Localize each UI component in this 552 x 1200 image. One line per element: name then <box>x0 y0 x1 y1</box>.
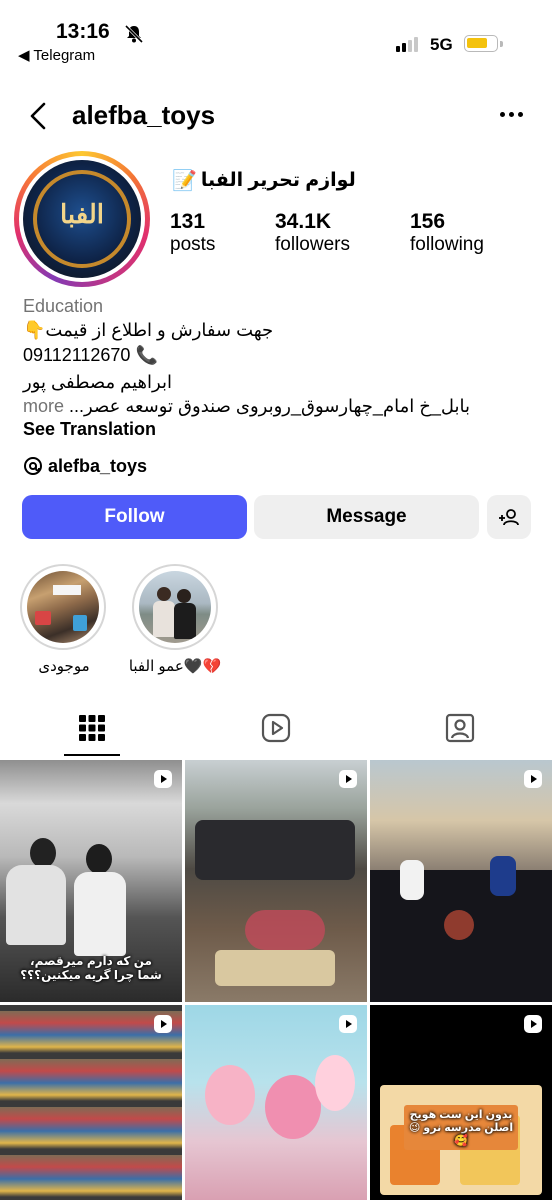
memo-emoji: 📝 <box>172 170 197 192</box>
reel-badge-icon <box>524 1015 542 1033</box>
signal-icon <box>396 37 418 52</box>
bio-more-link[interactable]: more <box>23 396 64 416</box>
stat-following[interactable]: 156 following <box>410 210 484 256</box>
reel-badge-icon <box>339 1015 357 1033</box>
highlight-uncle-alefba[interactable] <box>132 564 218 650</box>
bio-owner-name: ابراهیم مصطفی پور <box>23 372 172 392</box>
reels-icon[interactable] <box>260 712 292 744</box>
stat-posts: 131 posts <box>170 210 216 255</box>
avatar: الفبا <box>23 160 141 278</box>
message-button[interactable]: Message <box>254 495 479 539</box>
bio-phone[interactable]: 09112112670 📞 <box>23 345 158 366</box>
highlight-uncle-alefba-label: عمو الفبا🖤💔 <box>128 658 222 675</box>
network-type: 5G <box>430 35 453 54</box>
suggest-people-button[interactable] <box>487 495 531 539</box>
battery-tip <box>500 41 503 47</box>
add-person-icon <box>499 509 519 526</box>
highlight-inventory-label: موجودی <box>38 658 90 675</box>
highlight-inventory-cover <box>27 571 99 643</box>
post-thumbnail[interactable] <box>370 760 552 1002</box>
status-time: 13:16 <box>56 20 110 43</box>
bio-address: بابل_خ امام_چهارسوق_روبروی صندوق توسعه ع… <box>69 396 470 416</box>
profile-name: لوازم تحریر الفبا <box>200 170 356 191</box>
post-thumbnail[interactable] <box>185 760 367 1002</box>
more-options-icon[interactable] <box>500 112 523 117</box>
back-to-telegram[interactable]: ◀ Telegram <box>18 46 95 64</box>
battery-icon <box>464 35 498 52</box>
threads-icon[interactable] <box>23 456 43 476</box>
stat-followers[interactable]: 34.1K followers <box>275 210 350 256</box>
profile-category: Education <box>23 296 104 316</box>
grid-icon[interactable] <box>76 712 108 744</box>
post-thumbnail[interactable] <box>0 1005 182 1200</box>
profile-name-row: 📝 لوازم تحریر الفبا <box>172 168 356 193</box>
bio-address-row: more بابل_خ امام_چهارسوق_روبروی صندوق تو… <box>23 396 493 417</box>
back-arrow-icon[interactable] <box>26 100 50 132</box>
reel-badge-icon <box>524 770 542 788</box>
threads-handle[interactable]: alefba_toys <box>48 456 147 477</box>
active-tab-indicator <box>64 754 120 756</box>
post-thumbnail[interactable] <box>185 1005 367 1200</box>
profile-username: alefba_toys <box>72 100 216 130</box>
post-caption: من که دارم میرقصم، شما چرا گریه میکنین؟؟… <box>20 954 162 982</box>
follow-button[interactable]: Follow <box>22 495 247 539</box>
bio-line-order: جهت سفارش و اطلاع از قیمت👇 <box>23 320 274 340</box>
see-translation-link[interactable]: See Translation <box>23 419 156 440</box>
tagged-icon[interactable] <box>444 712 476 744</box>
post-thumbnail[interactable]: بدون این ست هویج اصلن مدرسه نرو 😉🥰 <box>370 1005 552 1200</box>
reel-badge-icon <box>154 1015 172 1033</box>
profile-avatar-story-ring[interactable]: الفبا <box>14 151 150 287</box>
highlight-uncle-alefba-cover <box>139 571 211 643</box>
bell-muted-icon <box>124 24 144 44</box>
post-caption: بدون این ست هویج اصلن مدرسه نرو 😉🥰 <box>404 1105 518 1150</box>
avatar-logo-text: الفبا <box>59 200 105 230</box>
post-thumbnail[interactable]: من که دارم میرقصم، شما چرا گریه میکنین؟؟… <box>0 760 182 1002</box>
highlight-inventory[interactable] <box>20 564 106 650</box>
reel-badge-icon <box>339 770 357 788</box>
reel-badge-icon <box>154 770 172 788</box>
